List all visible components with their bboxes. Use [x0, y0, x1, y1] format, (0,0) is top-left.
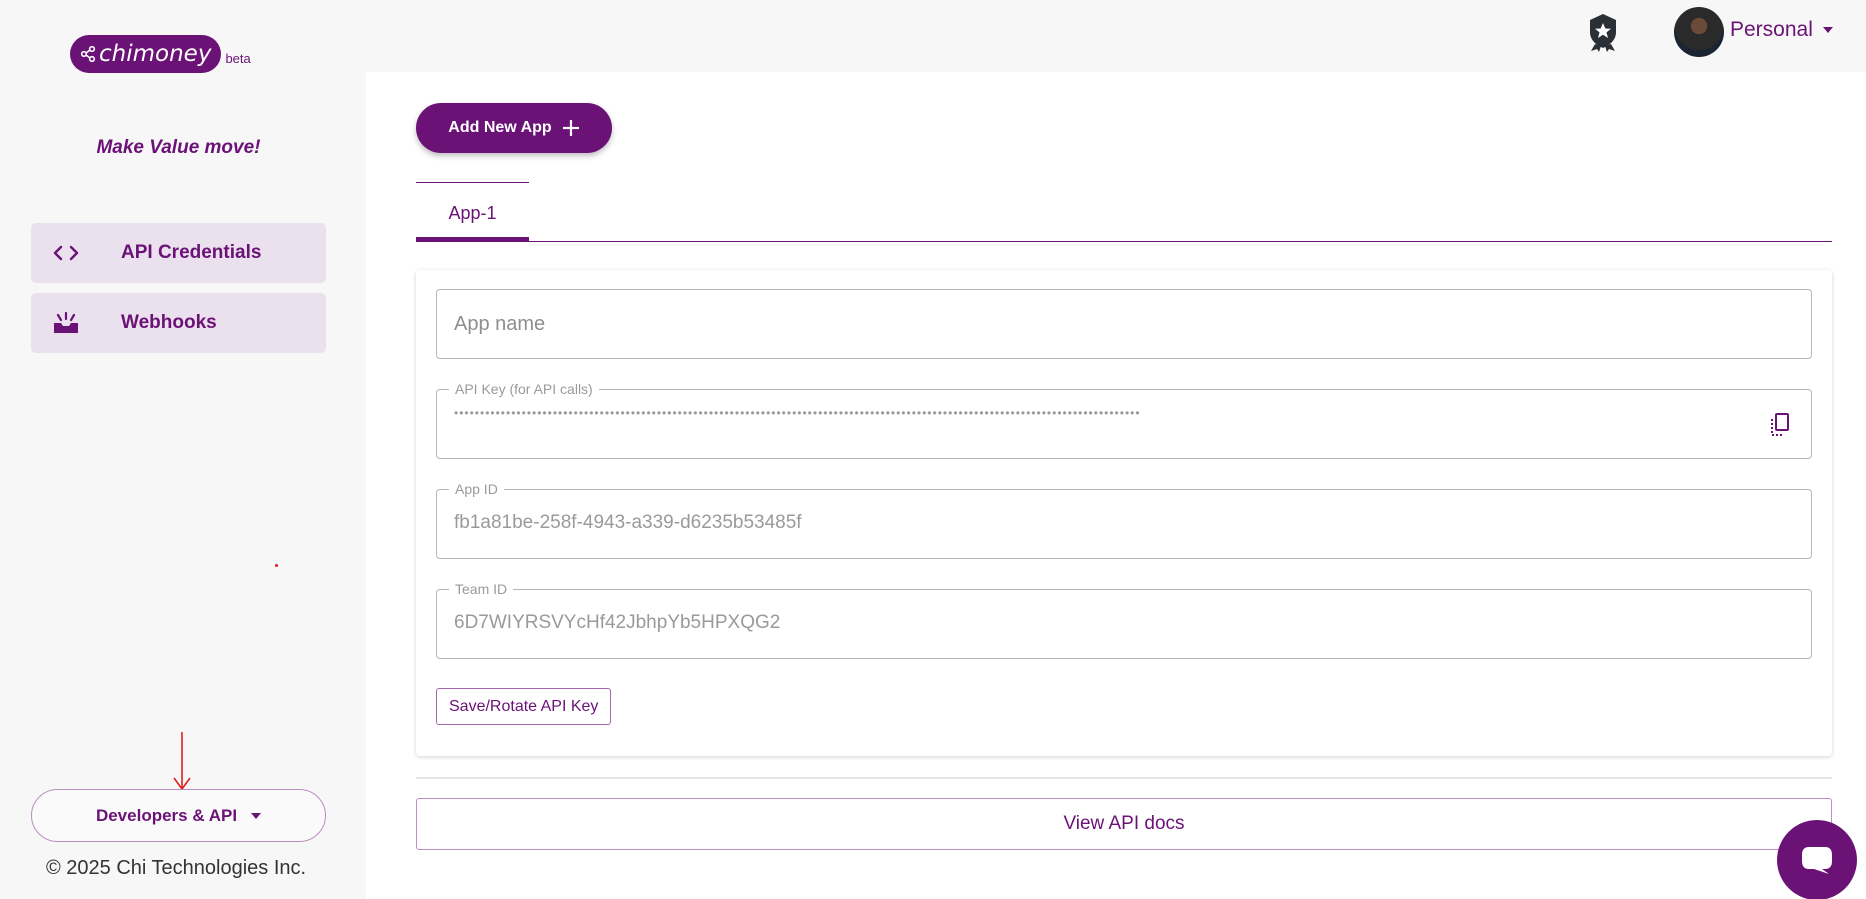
award-badge-icon[interactable]	[1586, 12, 1620, 52]
logo-pill: chimoney	[70, 35, 222, 73]
tab-label: App-1	[448, 202, 497, 223]
sidebar-item-webhooks[interactable]: Webhooks	[31, 293, 326, 353]
api-key-label: API Key (for API calls)	[449, 381, 599, 397]
annotation-dot	[275, 564, 278, 567]
brand-name: chimoney	[99, 41, 212, 67]
account-switcher[interactable]: Personal	[1730, 18, 1833, 42]
main-panel: Add New App App-1 API Key (for API calls…	[366, 72, 1866, 899]
chat-bubble-icon	[1802, 847, 1832, 874]
app-credentials-card: API Key (for API calls) ••••••••••••••••…	[416, 270, 1832, 756]
beta-badge: beta	[225, 51, 251, 66]
team-id-label: Team ID	[449, 581, 514, 597]
code-icon	[51, 244, 81, 262]
section-divider	[416, 777, 1832, 779]
team-id-value: 6D7WIYRSVYcHf42JbhpYb5HPXQG2	[454, 612, 781, 633]
app-id-label: App ID	[449, 481, 504, 497]
team-id-field[interactable]: Team ID 6D7WIYRSVYcHf42JbhpYb5HPXQG2	[436, 581, 1812, 659]
app-name-input[interactable]	[454, 290, 1754, 358]
developers-api-menu[interactable]: Developers & API	[31, 789, 326, 842]
sidebar: chimoney beta Make Value move! API Crede…	[0, 0, 366, 899]
tab-topline	[416, 182, 529, 183]
app-id-value: fb1a81be-258f-4943-a339-d6235b53485f	[454, 512, 802, 533]
api-key-masked-value: ••••••••••••••••••••••••••••••••••••••••…	[454, 406, 1141, 420]
tagline: Make Value move!	[96, 137, 261, 158]
caret-down-icon	[1822, 27, 1833, 33]
developers-api-label: Developers & API	[95, 805, 238, 825]
app-id-field[interactable]: App ID fb1a81be-258f-4943-a339-d6235b534…	[436, 481, 1812, 559]
tabs-divider	[416, 241, 1832, 242]
api-key-field[interactable]: API Key (for API calls) ••••••••••••••••…	[436, 381, 1812, 459]
copyright: © 2025 Chi Technologies Inc.	[46, 857, 307, 879]
add-new-app-label: Add New App	[448, 119, 552, 136]
plus-icon	[562, 120, 579, 136]
brand-logo[interactable]: chimoney beta	[70, 35, 251, 73]
view-api-docs-button[interactable]: View API docs	[416, 798, 1832, 850]
add-new-app-button[interactable]: Add New App	[416, 103, 612, 153]
copy-icon[interactable]	[1769, 412, 1791, 438]
caret-down-icon	[251, 812, 262, 819]
avatar[interactable]	[1674, 7, 1724, 57]
app-name-field[interactable]	[436, 289, 1812, 359]
chat-launcher-button[interactable]	[1777, 820, 1857, 899]
account-label: Personal	[1730, 18, 1813, 41]
sidebar-item-api-credentials[interactable]: API Credentials	[31, 223, 326, 283]
sidebar-item-label: API Credentials	[121, 242, 262, 263]
annotation-arrow-down	[173, 732, 191, 791]
tab-app-1[interactable]: App-1	[416, 184, 529, 242]
sidebar-item-label: Webhooks	[121, 312, 217, 333]
share-icon	[80, 45, 96, 63]
inbox-icon	[51, 311, 81, 335]
save-rotate-api-key-button[interactable]: Save/Rotate API Key	[436, 688, 612, 725]
